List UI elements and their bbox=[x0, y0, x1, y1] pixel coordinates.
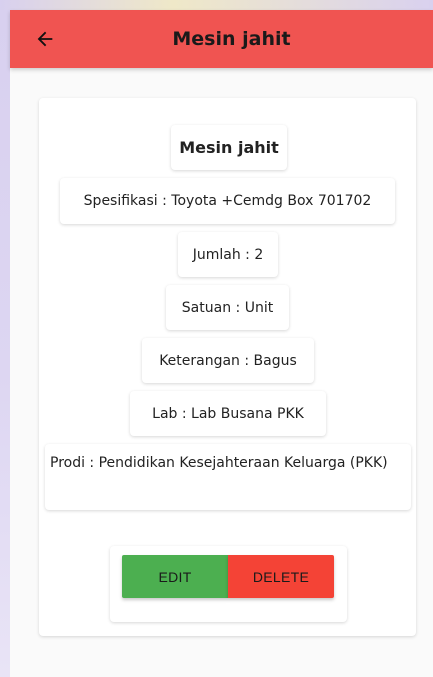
background-edge bbox=[0, 0, 10, 677]
prodi-field: Prodi : Pendidikan Kesejahteraan Keluarg… bbox=[45, 444, 411, 510]
delete-button[interactable]: DELETE bbox=[228, 555, 334, 598]
keterangan-field: Keterangan : Bagus bbox=[142, 338, 314, 383]
lab-field: Lab : Lab Busana PKK bbox=[130, 391, 326, 436]
jumlah-field: Jumlah : 2 bbox=[178, 232, 278, 277]
satuan-field: Satuan : Unit bbox=[166, 285, 289, 330]
back-button[interactable] bbox=[30, 24, 60, 54]
arrow-left-icon bbox=[37, 31, 53, 47]
item-name: Mesin jahit bbox=[171, 125, 287, 170]
edit-button[interactable]: EDIT bbox=[122, 555, 228, 598]
app-bar: Mesin jahit bbox=[10, 10, 433, 68]
spesifikasi-field: Spesifikasi : Toyota +Cemdg Box 701702 bbox=[60, 178, 395, 224]
detail-card: Mesin jahit Spesifikasi : Toyota +Cemdg … bbox=[39, 98, 416, 636]
app-screen: Mesin jahit Mesin jahit Spesifikasi : To… bbox=[10, 10, 433, 677]
page-title: Mesin jahit bbox=[172, 28, 291, 50]
background-edge-top bbox=[0, 0, 433, 10]
action-buttons: EDIT DELETE bbox=[110, 546, 347, 622]
